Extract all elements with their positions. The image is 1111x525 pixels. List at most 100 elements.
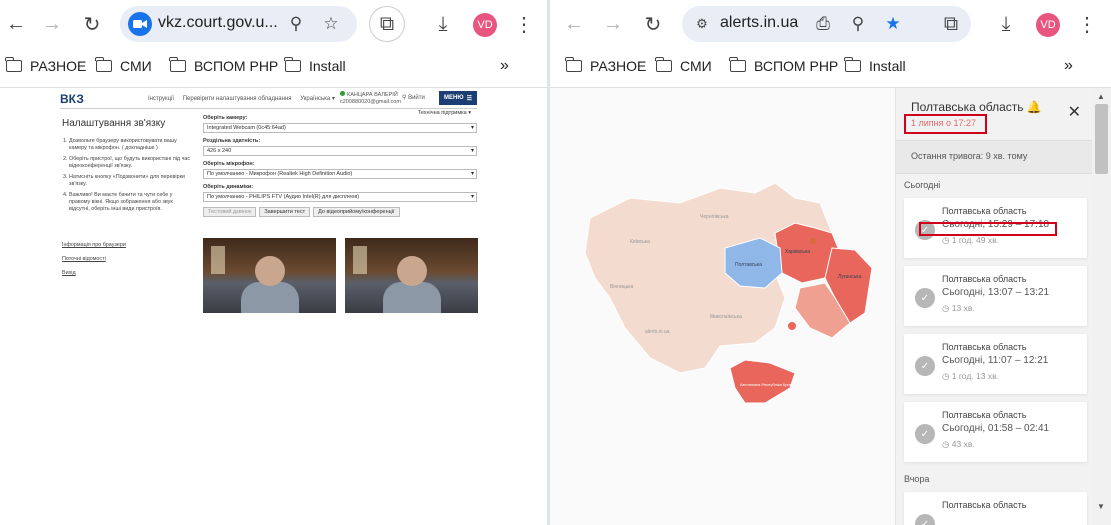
profile-avatar[interactable]: VD <box>473 13 497 37</box>
scroll-down-icon[interactable]: ▼ <box>1097 502 1105 511</box>
bookmark-star-icon[interactable]: ☆ <box>319 12 343 36</box>
header-divider <box>60 108 477 109</box>
back-icon[interactable]: ← <box>558 8 590 40</box>
bookmark-label: РАЗНОЕ <box>30 58 87 74</box>
address-bar[interactable]: vkz.court.gov.u... ⚲ ☆ <box>120 6 357 42</box>
extensions-icon[interactable]: ⧉ <box>369 6 405 42</box>
bookmark-folder[interactable]: СМИ <box>655 54 712 78</box>
back-icon[interactable]: ← <box>0 8 32 40</box>
install-app-icon[interactable]: ⎙ <box>811 12 835 36</box>
alert-card[interactable]: ✓ Полтавська область Сьогодні, 11:07 – 1… <box>904 334 1087 394</box>
device-settings-form: Технічна підтримка ▾ Оберіть камеру: Int… <box>203 110 477 217</box>
download-icon[interactable]: ⤓ <box>990 8 1022 40</box>
nav-link[interactable]: Українська ▾ <box>300 96 335 102</box>
bookmark-label: СМИ <box>680 58 712 74</box>
bookmark-folder[interactable]: ВСПОМ PHP <box>169 54 278 78</box>
extensions-icon[interactable]: ⧉ <box>935 8 967 40</box>
address-url: vkz.court.gov.u... <box>158 14 278 31</box>
zoom-icon[interactable]: ⚲ <box>284 12 308 36</box>
vkz-logo[interactable]: ВКЗ <box>60 92 84 106</box>
forward-icon[interactable]: → <box>597 8 629 40</box>
card-duration-text: 1 год. 13 хв. <box>951 371 999 381</box>
alert-card[interactable]: ✓ Полтавська область Сьогодні, 15:29 – 1… <box>904 198 1087 258</box>
card-region: Полтавська область <box>942 206 1027 216</box>
bookmark-label: Install <box>309 58 346 74</box>
bookmark-folder[interactable]: РАЗНОЕ <box>5 54 87 78</box>
side-link[interactable]: Вихід <box>62 266 126 280</box>
ukraine-alert-map[interactable]: alerts.in.ua Полтавська Харківська Луган… <box>570 178 900 418</box>
reload-icon[interactable]: ↻ <box>76 8 108 40</box>
card-time: Сьогодні, 01:58 – 02:41 <box>942 423 1050 434</box>
bookmark-star-filled-icon[interactable]: ★ <box>881 12 905 36</box>
side-link[interactable]: Інформація про браузери <box>62 238 126 252</box>
bookmark-folder[interactable]: ВСПОМ PHP <box>729 54 839 78</box>
clock-icon: ◷ <box>942 439 950 449</box>
mic-select[interactable]: По умолчанию - Микрофон (Realtek High De… <box>203 169 477 179</box>
card-region: Полтавська область <box>942 274 1027 284</box>
alert-siren-icon: 🔔 <box>1026 100 1042 114</box>
support-link[interactable]: Технічна підтримка ▾ <box>418 110 471 116</box>
alert-card[interactable]: ✓ Полтавська область <box>904 492 1087 525</box>
instructions-list: Дозвольте браузеру використовувати вашу … <box>62 138 194 217</box>
download-icon[interactable]: ⤓ <box>427 8 459 40</box>
alert-cleared-icon: ✓ <box>915 514 935 525</box>
forward-icon[interactable]: → <box>36 8 68 40</box>
scroll-thumb[interactable] <box>1095 104 1108 174</box>
folder-icon <box>284 57 301 72</box>
panel-header: Полтавська область 🔔 1 липня о 17:27 ✕ <box>896 88 1093 138</box>
more-bookmarks-icon[interactable]: » <box>1064 54 1073 78</box>
end-test-button[interactable]: Завершити тест <box>259 207 311 217</box>
instruction-step: Оберіть пристрої, що будуть використані … <box>69 156 194 170</box>
map-label: Харківська <box>785 249 810 255</box>
resolution-label: Роздільна здатність: <box>203 138 261 144</box>
bookmark-folder[interactable]: Install <box>284 54 346 78</box>
profile-avatar[interactable]: VD <box>1036 13 1060 37</box>
camera-site-icon <box>128 12 152 36</box>
zoom-icon[interactable]: ⚲ <box>846 12 870 36</box>
camera-select[interactable]: Integrated Webcam (0c45:64ad) <box>203 123 477 133</box>
nav-link[interactable]: Інструкції <box>148 96 174 102</box>
exit-link[interactable]: ⚲ Вийти <box>402 94 425 101</box>
user-email: с200880020@gmail.com <box>340 99 401 105</box>
address-bar[interactable]: ⚙ alerts.in.ua ⎙ ⚲ ★ <box>682 6 971 42</box>
card-duration: ◷ 43 хв. <box>942 439 975 450</box>
resolution-select[interactable]: 426 x 240 <box>203 146 477 156</box>
map-label: Полтавська <box>735 262 762 268</box>
alert-cleared-icon: ✓ <box>915 424 935 444</box>
card-duration-text: 1 год. 49 хв. <box>951 235 999 245</box>
alert-cleared-icon: ✓ <box>915 356 935 376</box>
side-link[interactable]: Поточні відомості <box>62 252 126 266</box>
kebab-menu-icon[interactable]: ⋮ <box>1071 8 1103 40</box>
vkz-page: ВКЗ Інструкції Перевірити налаштування о… <box>0 88 547 525</box>
map-point-alert[interactable] <box>788 322 796 330</box>
speaker-select[interactable]: По умолчанию - PHILIPS FTV (Аудио Intel(… <box>203 192 477 202</box>
instruction-step: Важливо! Ви маєте бачити та чути себе у … <box>69 192 194 213</box>
bookmark-folder[interactable]: СМИ <box>95 54 152 78</box>
scroll-up-icon[interactable]: ▲ <box>1097 92 1105 101</box>
online-dot-icon <box>340 91 345 96</box>
close-icon[interactable]: ✕ <box>1068 102 1081 122</box>
join-conference-button[interactable]: До відеоприйому/конференції <box>313 207 400 217</box>
last-alert-text: Остання тривога: 9 хв. тому <box>896 140 1093 174</box>
folder-icon <box>729 57 746 72</box>
bookmark-label: Install <box>869 58 906 74</box>
alert-card[interactable]: ✓ Полтавська область Сьогодні, 13:07 – 1… <box>904 266 1087 326</box>
bookmarks-bar: РАЗНОЕ СМИ ВСПОМ PHP Install » <box>550 54 1111 78</box>
site-settings-icon[interactable]: ⚙ <box>690 12 714 36</box>
alert-card[interactable]: ✓ Полтавська область Сьогодні, 01:58 – 0… <box>904 402 1087 462</box>
map-point-alert[interactable] <box>810 238 816 244</box>
panel-scrollbar[interactable]: ▲ ▼ <box>1092 88 1111 525</box>
kebab-menu-icon[interactable]: ⋮ <box>508 8 540 40</box>
bookmark-folder[interactable]: РАЗНОЕ <box>565 54 646 78</box>
map-label: Київська <box>630 239 650 245</box>
folder-icon <box>655 57 672 72</box>
menu-button[interactable]: МЕНЮ ☰ <box>439 91 477 105</box>
card-region: Полтавська область <box>942 342 1027 352</box>
more-bookmarks-icon[interactable]: » <box>500 54 509 78</box>
card-duration-text: 43 хв. <box>951 439 975 449</box>
bookmark-folder[interactable]: Install <box>844 54 906 78</box>
nav-link[interactable]: Перевірити налаштування обладнання <box>183 96 292 102</box>
reload-icon[interactable]: ↻ <box>637 8 669 40</box>
bookmark-label: ВСПОМ PHP <box>754 58 839 74</box>
test-call-button[interactable]: Тестовий дзвінок <box>203 207 257 217</box>
